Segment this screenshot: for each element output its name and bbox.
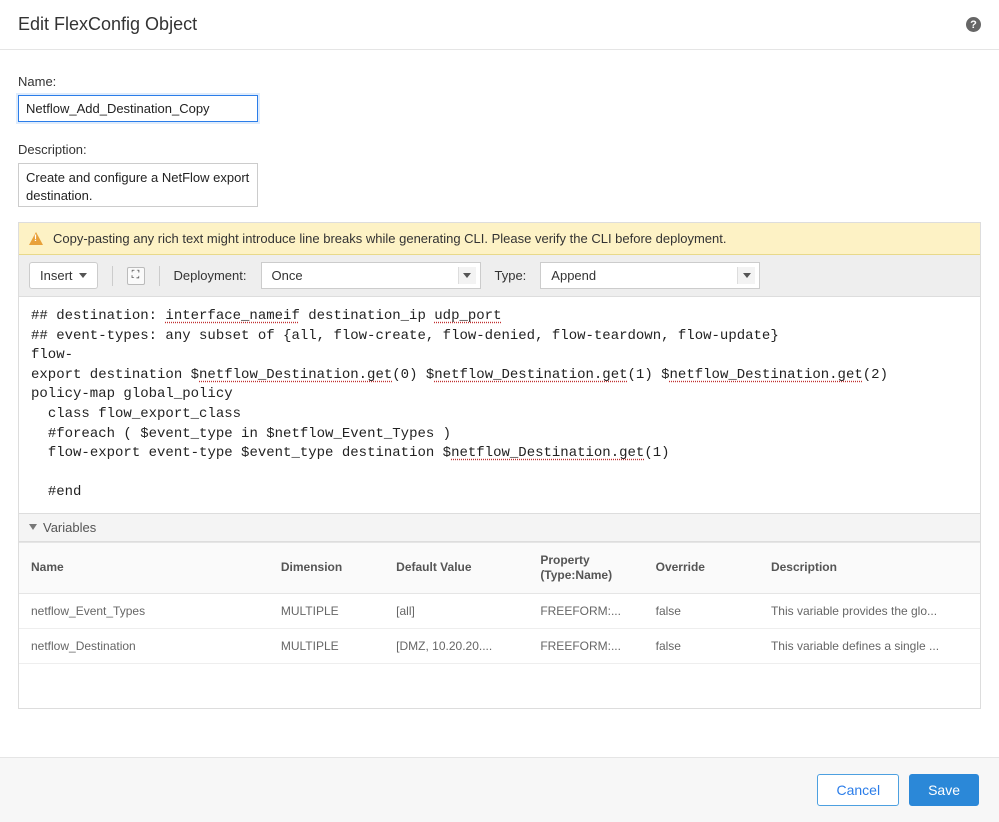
cell-property: FREEFORM:... [528,593,643,628]
code-text: #end [31,484,81,500]
dialog-header: Edit FlexConfig Object ? [0,0,999,50]
save-button[interactable]: Save [909,774,979,806]
chevron-down-icon [79,273,87,278]
col-name[interactable]: Name [19,542,269,593]
description-label: Description: [18,142,981,157]
code-text: flow- [31,347,73,363]
col-description[interactable]: Description [759,542,980,593]
code-editor[interactable]: ## destination: interface_nameif destina… [19,297,980,513]
col-override[interactable]: Override [644,542,759,593]
code-underlined: netflow_Destination.get [451,445,644,461]
table-row[interactable]: netflow_Destination MULTIPLE [DMZ, 10.20… [19,628,980,663]
code-text: (1) [644,445,669,461]
table-row[interactable]: netflow_Event_Types MULTIPLE [all] FREEF… [19,593,980,628]
warning-text: Copy-pasting any rich text might introdu… [53,231,726,246]
insert-button[interactable]: Insert [29,262,98,289]
variables-label: Variables [43,520,96,535]
variables-toggle[interactable]: Variables [19,514,980,542]
help-icon[interactable]: ? [966,17,981,32]
cell-name: netflow_Destination [19,628,269,663]
dialog-body: Name: Description: Create and configure … [0,50,999,727]
type-value: Append [551,268,596,283]
cell-default: [DMZ, 10.20.20.... [384,628,528,663]
code-text: (0) $ [392,367,434,383]
code-text: class flow_export_class [31,406,241,422]
description-input[interactable]: Create and configure a NetFlow export de… [18,163,258,207]
cell-dimension: MULTIPLE [269,628,384,663]
toolbar-separator [159,266,160,286]
expand-icon[interactable]: ⛶ [127,267,145,285]
deployment-select[interactable]: Once [261,262,481,289]
col-property[interactable]: Property (Type:Name) [528,542,643,593]
cell-description: This variable defines a single ... [759,628,980,663]
chevron-down-icon [458,267,476,284]
warning-icon [29,232,43,245]
table-empty-area [19,664,980,708]
name-label: Name: [18,74,981,89]
name-input[interactable] [18,95,258,122]
table-header-row: Name Dimension Default Value Property (T… [19,542,980,593]
chevron-down-icon [29,524,37,530]
cell-override: false [644,593,759,628]
code-underlined: interface_nameif [165,308,299,324]
code-underlined: netflow_Destination.get [199,367,392,383]
cell-override: false [644,628,759,663]
editor-panel: Copy-pasting any rich text might introdu… [18,222,981,709]
code-text: flow-export event-type $event_type desti… [31,445,451,461]
editor-toolbar: Insert ⛶ Deployment: Once Type: Append [19,255,980,297]
cell-description: This variable provides the glo... [759,593,980,628]
type-select[interactable]: Append [540,262,760,289]
col-dimension[interactable]: Dimension [269,542,384,593]
dialog-footer: Cancel Save [0,757,999,822]
cell-property: FREEFORM:... [528,628,643,663]
code-text: export destination $ [31,367,199,383]
deployment-label: Deployment: [174,268,247,283]
code-text: (1) $ [628,367,670,383]
cell-name: netflow_Event_Types [19,593,269,628]
code-underlined: netflow_Destination.get [434,367,627,383]
code-text: #foreach ( $event_type in $netflow_Event… [31,426,451,442]
variables-panel: Variables Name Dimension Default Value P… [19,513,980,708]
type-label: Type: [495,268,527,283]
code-text: ## event-types: any subset of {all, flow… [31,328,779,344]
deployment-value: Once [272,268,303,283]
warning-bar: Copy-pasting any rich text might introdu… [19,223,980,255]
code-text: policy-map global_policy [31,386,233,402]
code-text: destination_ip [300,308,434,324]
code-text: ## destination: [31,308,165,324]
chevron-down-icon [737,267,755,284]
code-underlined: netflow_Destination.get [670,367,863,383]
code-text: (2) [863,367,888,383]
cell-dimension: MULTIPLE [269,593,384,628]
col-default[interactable]: Default Value [384,542,528,593]
toolbar-separator [112,266,113,286]
variables-table: Name Dimension Default Value Property (T… [19,542,980,664]
page-title: Edit FlexConfig Object [18,14,197,35]
code-underlined: udp_port [434,308,501,324]
cancel-button[interactable]: Cancel [817,774,899,806]
insert-label: Insert [40,268,73,283]
cell-default: [all] [384,593,528,628]
